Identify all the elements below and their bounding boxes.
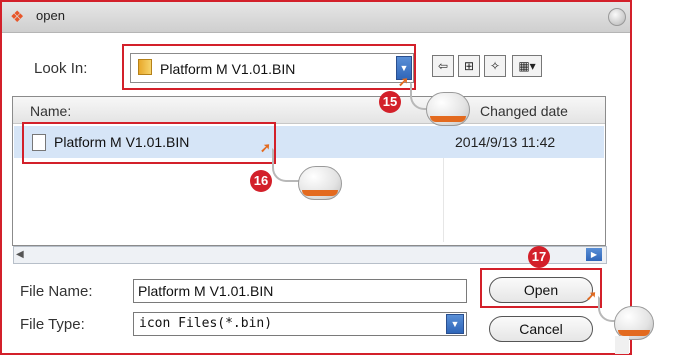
app-logo-icon: ❖ [10,9,25,26]
file-date-cell: 2014/9/13 11:42 [455,134,556,150]
column-changed-date[interactable]: Changed date [480,103,568,119]
window-title: open [36,8,65,23]
up-folder-icon[interactable]: ⇦ [432,55,454,77]
scroll-left-icon[interactable]: ◀ [16,249,24,260]
window-control-icon[interactable] [608,8,626,26]
mouse-icon [298,166,342,200]
window-corner [615,336,629,354]
mouse-icon [426,92,470,126]
horizontal-scrollbar[interactable] [13,246,607,264]
file-name-label: File Name: [20,283,93,300]
pointer-cursor-icon: ➚ [586,288,597,303]
cancel-button[interactable]: Cancel [489,316,593,342]
step-15-highlight [122,44,416,90]
file-type-dropdown-button[interactable]: ▼ [446,314,464,334]
mouse-icon [614,306,654,340]
file-type-label: File Type: [20,316,85,333]
step-15-badge: 15 [379,91,401,113]
column-name[interactable]: Name: [30,103,71,119]
view-menu-icon[interactable]: ▦▾ [512,55,542,77]
pointer-cursor-icon: ➚ [398,74,409,89]
pointer-cursor-icon: ➚ [260,140,271,155]
step-17-badge: 17 [528,246,550,268]
step-16-badge: 16 [250,170,272,192]
column-divider [443,158,444,242]
file-name-input[interactable]: Platform M V1.01.BIN [133,279,467,303]
look-in-label: Look In: [34,60,88,77]
open-button[interactable]: Open [489,277,593,303]
title-bar [2,2,630,33]
parent-folder-icon[interactable]: ⊞ [458,55,480,77]
file-type-value: icon Files(*.bin) [139,316,273,331]
new-folder-icon[interactable]: ✧ [484,55,506,77]
scroll-right-icon[interactable]: ▶ [586,248,602,261]
step-16-highlight [22,122,276,164]
